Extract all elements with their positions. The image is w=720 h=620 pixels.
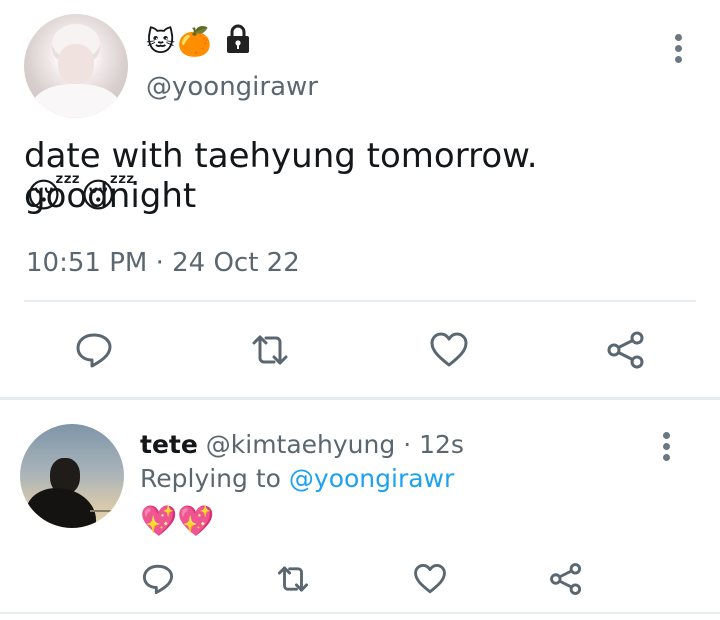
more-icon[interactable] [656, 432, 676, 462]
divider [24, 300, 696, 302]
replying-to-link[interactable]: @yoongirawr [289, 464, 454, 493]
lock-icon [225, 24, 251, 61]
share-icon[interactable] [549, 562, 583, 596]
avatar[interactable] [24, 14, 128, 118]
reply-header: tete @kimtaehyung · 12s [140, 430, 464, 459]
retweet-icon[interactable] [250, 330, 290, 370]
tweet-emojis: 😴😴 [26, 176, 136, 216]
divider [0, 612, 720, 614]
section-divider [0, 397, 720, 400]
user-handle[interactable]: @yoongirawr [146, 72, 318, 102]
reply-user-name[interactable]: tete [140, 430, 198, 459]
like-icon[interactable] [413, 562, 447, 596]
tweet-timestamp[interactable]: 10:51 PM · 24 Oct 22 [26, 248, 300, 278]
reply-avatar[interactable] [20, 424, 124, 528]
reply-icon[interactable] [141, 562, 175, 596]
share-icon[interactable] [606, 330, 646, 370]
reply-text: 💖💖 [140, 504, 215, 539]
display-name-emojis: 🐱🍊 [146, 25, 215, 58]
retweet-icon[interactable] [276, 562, 310, 596]
display-name[interactable]: 🐱🍊 [146, 24, 251, 61]
reply-user-handle[interactable]: @kimtaehyung [206, 430, 395, 459]
like-icon[interactable] [429, 330, 469, 370]
replying-to-label: Replying to [140, 464, 281, 493]
replying-to: Replying to @yoongirawr [140, 464, 454, 493]
reply-time: · 12s [403, 430, 464, 459]
reply-icon[interactable] [74, 330, 114, 370]
more-icon[interactable] [668, 34, 688, 64]
